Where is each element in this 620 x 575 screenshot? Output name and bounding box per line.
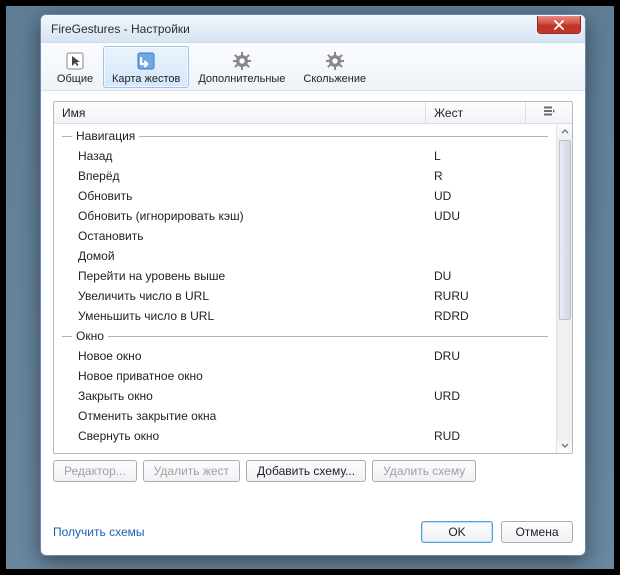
gesture-code: DRU <box>426 349 526 363</box>
list-item[interactable]: Домой <box>54 246 556 266</box>
tab-wheel[interactable]: Скольжение <box>294 46 375 88</box>
gesture-name: Назад <box>54 149 426 163</box>
tab-label: Карта жестов <box>112 73 180 85</box>
cursor-icon <box>64 50 86 72</box>
chevron-down-icon <box>561 438 569 452</box>
gear-icon <box>324 50 346 72</box>
titlebar: FireGestures - Настройки <box>41 15 585 43</box>
delete-scheme-button[interactable]: Удалить схему <box>372 460 476 482</box>
column-header-name[interactable]: Имя <box>54 102 426 123</box>
list-item[interactable]: Закрыть окноURD <box>54 386 556 406</box>
tab-advanced[interactable]: Дополнительные <box>189 46 294 88</box>
tab-toolbar: Общие Карта жестов <box>41 43 585 91</box>
tab-label: Общие <box>57 73 93 85</box>
close-icon <box>554 20 564 30</box>
list-item[interactable]: Перейти на уровень вышеDU <box>54 266 556 286</box>
gesture-name: Новое окно <box>54 349 426 363</box>
gesture-code: DU <box>426 269 526 283</box>
action-button-row: Редактор... Удалить жест Добавить схему.… <box>53 460 573 482</box>
dialog-footer: Получить схемы OK Отмена <box>53 521 573 543</box>
gesture-name: Обновить (игнорировать кэш) <box>54 209 426 223</box>
scroll-up-arrow[interactable] <box>557 124 572 140</box>
list-item[interactable]: Отменить закрытие окна <box>54 406 556 426</box>
group-label: Окно <box>72 329 108 343</box>
column-picker[interactable] <box>526 102 572 123</box>
list-item[interactable]: Новое окноDRU <box>54 346 556 366</box>
tab-general[interactable]: Общие <box>47 46 103 88</box>
chevron-up-icon <box>561 125 569 139</box>
gesture-code: L <box>426 149 526 163</box>
column-picker-icon <box>544 106 555 120</box>
cancel-button[interactable]: Отмена <box>501 521 573 543</box>
rows-container: НавигацияНазадLВперёдRОбновитьUDОбновить… <box>54 124 556 453</box>
gesture-name: Домой <box>54 249 426 263</box>
gear-icon <box>231 50 253 72</box>
gesture-code: UD <box>426 189 526 203</box>
content-area: Имя Жест Навигац <box>41 91 585 490</box>
gesture-name: Остановить <box>54 229 426 243</box>
list-item[interactable]: Уменьшить число в URLRDRD <box>54 306 556 326</box>
gesture-name: Свернуть окно <box>54 429 426 443</box>
gesture-code: RDRD <box>426 309 526 323</box>
gesture-name: Уменьшить число в URL <box>54 309 426 323</box>
gesture-name: Увеличить число в URL <box>54 289 426 303</box>
gesture-name: Новое приватное окно <box>54 369 426 383</box>
list-item[interactable]: Свернуть окноRUD <box>54 426 556 446</box>
tab-gesture-map[interactable]: Карта жестов <box>103 46 189 88</box>
add-scheme-button[interactable]: Добавить схему... <box>246 460 366 482</box>
list-item[interactable]: Новое приватное окно <box>54 366 556 386</box>
delete-gesture-button[interactable]: Удалить жест <box>143 460 240 482</box>
group-label: Навигация <box>72 129 139 143</box>
tab-label: Дополнительные <box>198 73 285 85</box>
tab-label: Скольжение <box>303 73 366 85</box>
gesture-name: Отменить закрытие окна <box>54 409 426 423</box>
group-header: Окно <box>54 326 556 346</box>
list-item[interactable]: ОбновитьUD <box>54 186 556 206</box>
gesture-code: R <box>426 169 526 183</box>
gesture-name: Перейти на уровень выше <box>54 269 426 283</box>
gesture-name: Обновить <box>54 189 426 203</box>
gesture-name: Закрыть окно <box>54 389 426 403</box>
close-button[interactable] <box>537 16 581 34</box>
gesture-code: RURU <box>426 289 526 303</box>
scroll-down-arrow[interactable] <box>557 437 572 453</box>
group-header: Навигация <box>54 126 556 146</box>
footer-buttons: OK Отмена <box>421 521 573 543</box>
list-item[interactable]: НазадL <box>54 146 556 166</box>
scroll-thumb[interactable] <box>559 140 571 320</box>
gesture-code: UDU <box>426 209 526 223</box>
list-item[interactable]: Обновить (игнорировать кэш)UDU <box>54 206 556 226</box>
list-body: НавигацияНазадLВперёдRОбновитьUDОбновить… <box>54 124 572 453</box>
window-title: FireGestures - Настройки <box>51 22 190 36</box>
gesture-icon <box>135 50 157 72</box>
list-item[interactable]: Увеличить число в URLRURU <box>54 286 556 306</box>
gesture-list: Имя Жест Навигац <box>53 101 573 454</box>
list-item[interactable]: Остановить <box>54 226 556 246</box>
list-item[interactable]: ВперёдR <box>54 166 556 186</box>
get-schemes-link[interactable]: Получить схемы <box>53 525 145 539</box>
desktop: FireGestures - Настройки Общие <box>6 6 614 569</box>
list-header: Имя Жест <box>54 102 572 124</box>
column-header-gesture[interactable]: Жест <box>426 102 526 123</box>
dialog-window: FireGestures - Настройки Общие <box>40 14 586 556</box>
scrollbar[interactable] <box>556 124 572 453</box>
gesture-code: RUD <box>426 429 526 443</box>
ok-button[interactable]: OK <box>421 521 493 543</box>
gesture-code: URD <box>426 389 526 403</box>
editor-button[interactable]: Редактор... <box>53 460 137 482</box>
gesture-name: Вперёд <box>54 169 426 183</box>
